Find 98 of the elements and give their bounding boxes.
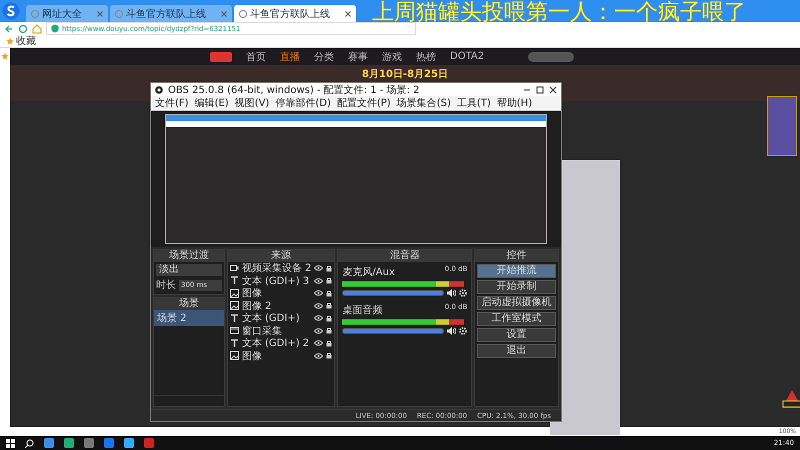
menu-item[interactable]: 停靠部件(D) (275, 96, 331, 110)
window-source-icon (230, 326, 239, 336)
browser-tab[interactable]: 斗鱼官方联队上线 (234, 5, 356, 22)
nav-link[interactable]: 游戏 (382, 50, 402, 64)
search-field[interactable] (528, 52, 574, 62)
windows-icon (6, 438, 15, 448)
source-item[interactable]: 图像 2 (242, 298, 312, 313)
eye-icon (314, 328, 324, 334)
nav-link[interactable]: 赛事 (348, 50, 368, 64)
lock-icon (326, 314, 332, 322)
duration-label: 时长 (156, 278, 176, 292)
control-button[interactable]: 开始录制 (477, 280, 556, 294)
search-icon (25, 438, 34, 448)
close-icon (345, 10, 351, 16)
image-source-icon (230, 288, 239, 298)
source-item[interactable]: 图像 (242, 286, 312, 300)
close-icon (97, 10, 103, 16)
camera-source-icon (230, 264, 239, 273)
bookmark-label: 收藏 (16, 34, 36, 48)
image-source-icon (230, 351, 239, 360)
menu-item[interactable]: 工具(T) (456, 96, 491, 110)
close-icon (221, 10, 227, 16)
menu-item[interactable]: 视图(V) (234, 96, 270, 110)
lock-icon (326, 352, 332, 360)
tab-label: 网址大全 (42, 8, 82, 20)
home-icon (32, 24, 42, 34)
transition-dropdown[interactable]: 淡出 (156, 264, 222, 276)
site-logo[interactable] (210, 52, 232, 62)
app-logo-icon (155, 86, 163, 94)
event-badge[interactable] (767, 96, 797, 156)
nav-link[interactable]: DOTA2 (450, 51, 484, 62)
browser-logo-icon (2, 2, 20, 20)
panel-header: 场景过渡 (154, 250, 224, 262)
control-button[interactable]: 设置 (477, 328, 556, 342)
text-source-icon (230, 276, 239, 286)
banner-date: 8月10日-8月25日 (362, 68, 448, 81)
menu-item[interactable]: 场景集合(S) (396, 96, 451, 110)
tab-label: 斗鱼官方联队上线 (126, 8, 206, 20)
panel-header: 混音器 (338, 250, 472, 262)
eye-icon (314, 302, 324, 309)
menu-item[interactable]: 配置文件(P) (336, 96, 391, 110)
page-icon (115, 10, 123, 18)
lock-icon (326, 264, 332, 272)
source-item[interactable]: 窗口采集 (242, 324, 312, 338)
shield-icon (51, 24, 59, 33)
lock-icon (326, 327, 332, 334)
panel-header: 场景 (154, 298, 224, 310)
settings-icon (459, 289, 468, 297)
control-button[interactable]: 工作室模式 (477, 312, 556, 326)
eye-icon (314, 340, 324, 346)
source-item[interactable]: 图像 (242, 348, 312, 363)
window-title: OBS 25.0.8 (64-bit, windows) - 配置文件: 1 - 场景: 2 (168, 84, 420, 96)
lock-icon (326, 340, 332, 347)
menu-item[interactable]: 帮助(H) (496, 96, 532, 110)
control-button[interactable]: 开始推流 (477, 264, 556, 278)
maximize-icon (536, 86, 544, 94)
eye-icon (314, 290, 324, 296)
eye-icon (314, 265, 324, 272)
star-icon (6, 37, 14, 45)
close-icon (549, 86, 557, 94)
source-item[interactable]: 文本 (GDI+) (242, 311, 312, 326)
image-source-icon (230, 301, 239, 310)
page-icon (239, 10, 247, 18)
channel-name: 桌面音频 (342, 304, 382, 317)
lock-icon (326, 277, 332, 284)
speaker-icon (447, 289, 456, 297)
nav-link[interactable]: 分类 (314, 50, 334, 64)
text-source-icon (230, 338, 239, 348)
back-icon (4, 24, 14, 34)
speaker-icon (447, 327, 456, 335)
settings-icon (459, 327, 468, 335)
panel-header: 控件 (475, 250, 558, 262)
source-item[interactable]: 文本 (GDI+) 2 (242, 336, 312, 350)
nav-link[interactable]: 直播 (280, 50, 300, 64)
nav-link[interactable]: 首页 (246, 50, 266, 64)
page-icon (31, 10, 39, 18)
scene-item[interactable]: 场景 2 (154, 310, 224, 326)
eye-icon (314, 278, 324, 284)
eye-icon (314, 315, 324, 322)
tab-label: 斗鱼官方联队上线 (250, 8, 330, 20)
source-item[interactable]: 文本 (GDI+) 3 (242, 274, 312, 288)
text-source-icon (230, 314, 239, 323)
reload-icon (18, 24, 28, 34)
bookmark-item[interactable]: 收藏 (6, 34, 36, 48)
lock-icon (326, 290, 332, 297)
browser-tab[interactable]: 斗鱼官方联队上线 (110, 5, 232, 22)
control-button[interactable]: 启动虚拟摄像机 (477, 296, 556, 310)
panel-header: 来源 (228, 250, 334, 262)
lock-icon (326, 302, 332, 310)
channel-name: 麦克风/Aux (342, 266, 395, 279)
menu-item[interactable]: 编辑(E) (194, 96, 229, 110)
nav-link[interactable]: 热榜 (416, 50, 436, 64)
source-item[interactable]: 视频采集设备 2 (242, 261, 312, 276)
eye-icon (314, 352, 324, 359)
browser-tab[interactable]: 网址大全 (26, 5, 108, 22)
menu-item[interactable]: 文件(F) (155, 96, 189, 110)
control-button[interactable]: 退出 (477, 344, 556, 358)
star-icon (1, 52, 9, 60)
